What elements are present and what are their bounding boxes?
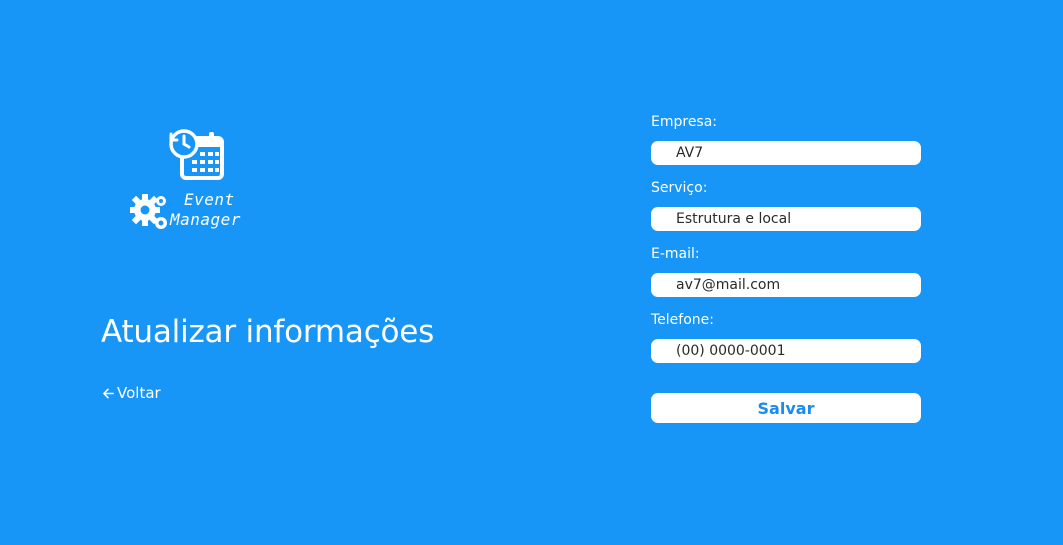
email-field[interactable] [651, 273, 921, 297]
telefone-label: Telefone: [651, 312, 714, 328]
empresa-label: Empresa: [651, 114, 718, 130]
logo-text-line1: Event [184, 190, 235, 209]
email-label: E-mail: [651, 246, 700, 262]
calendar-clock-icon [169, 129, 224, 180]
logo-text-line2: Manager [170, 210, 241, 229]
servico-label: Serviço: [651, 180, 708, 196]
save-button[interactable]: Salvar [651, 393, 921, 423]
back-link-label: Voltar [117, 384, 161, 402]
page-title: Atualizar informações [101, 314, 435, 350]
logo-text: Event Manager [170, 190, 241, 230]
update-info-form: Empresa: Serviço: E-mail: Telefone: Salv… [651, 112, 921, 423]
telefone-field[interactable] [651, 339, 921, 363]
servico-field[interactable] [651, 207, 921, 231]
arrow-left-icon [103, 388, 114, 398]
back-link[interactable]: Voltar [102, 384, 161, 402]
event-manager-logo: Event Manager [130, 128, 260, 238]
gears-icon [130, 194, 167, 229]
empresa-field[interactable] [651, 141, 921, 165]
